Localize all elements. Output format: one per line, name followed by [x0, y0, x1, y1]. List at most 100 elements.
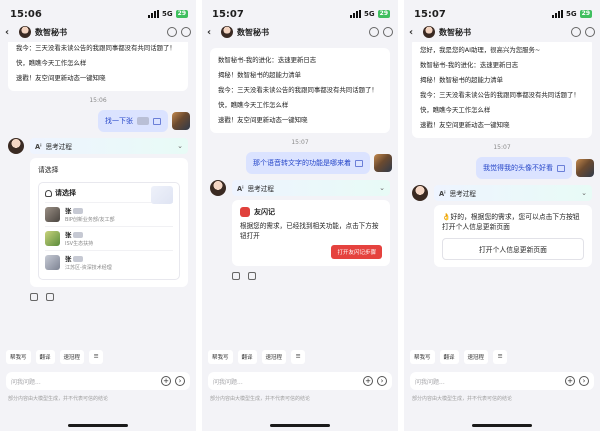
assistant-row: Aⁱ 思考过程 ⌄ — [412, 185, 592, 201]
assistant-avatar — [412, 185, 428, 201]
battery-icon: 29 — [175, 10, 188, 18]
edit-icon[interactable] — [355, 159, 363, 167]
chip-write[interactable]: 帮我写 — [208, 350, 233, 364]
thinking-toggle[interactable]: Aⁱ 思考过程 ⌄ — [232, 180, 390, 196]
menu-icon[interactable]: ☰ — [493, 350, 508, 364]
back-icon[interactable]: ‹ — [409, 27, 419, 38]
ai-icon: Aⁱ — [439, 190, 446, 198]
send-icon[interactable]: › — [175, 376, 185, 386]
open-app-button[interactable]: 打开友闪记步骤 — [331, 245, 382, 259]
ai-icon: Aⁱ — [237, 185, 244, 193]
menu-icon[interactable]: ☰ — [89, 350, 104, 364]
person-option[interactable]: 张 江苏区-资深技术经理 — [45, 250, 173, 274]
welcome-link[interactable]: 我今：三天没看未读公告的我跟同事都没有共同话题了！ — [16, 44, 180, 53]
chat-title: 数智秘书 — [35, 27, 67, 37]
welcome-link[interactable]: 数智秘书-我的进化：迭速更新日志 — [420, 61, 584, 70]
chip-third[interactable]: 速冠程 — [261, 350, 287, 364]
welcome-card: 您好，我是您的AI助理，很高兴为您服务~ 数智秘书-我的进化：迭速更新日志 揭秘… — [412, 42, 592, 138]
add-icon[interactable]: + — [161, 376, 171, 386]
welcome-link[interactable]: 我今：三天没看未读公告的我跟同事都没有共同话题了！ — [420, 91, 584, 100]
thumbs-up-icon[interactable] — [232, 272, 240, 280]
chip-translate[interactable]: 翻译 — [237, 350, 257, 364]
person-department: 江苏区-资深技术经理 — [65, 265, 112, 271]
picker-title: 请选择 — [55, 189, 76, 197]
send-icon[interactable]: › — [579, 376, 589, 386]
status-time: 15:06 — [10, 8, 42, 20]
chat-content[interactable]: 您好，我是您的AI助理，很高兴为您服务~ 数智秘书-我的进化：迭速更新日志 揭秘… — [404, 42, 600, 347]
thumbs-up-icon[interactable] — [30, 293, 38, 301]
person-option[interactable]: 张 BIP创新业务部/友工部 — [45, 202, 173, 226]
chip-label: 速冠程 — [265, 355, 283, 361]
settings-icon[interactable] — [181, 27, 191, 37]
welcome-link[interactable]: 揭秘！数智秘书的超能力清单 — [420, 76, 584, 85]
person-department: ISV生态扶持 — [65, 241, 94, 247]
history-icon[interactable] — [571, 27, 581, 37]
welcome-link[interactable]: 速戳！友空间更新动态一键知晓 — [420, 121, 584, 130]
chat-content[interactable]: 我今：三天没看未读公告的我跟同事都没有共同话题了！ 快，瞧瞧今天工作怎么样 速戳… — [0, 42, 196, 347]
welcome-link[interactable]: 快，瞧瞧今天工作怎么样 — [16, 59, 180, 68]
status-bar: 15:07 5G 29 — [202, 0, 398, 22]
welcome-link[interactable]: 速戳！友空间更新动态一键知晓 — [218, 116, 382, 125]
send-icon[interactable]: › — [377, 376, 387, 386]
person-department: BIP创新业务部/友工部 — [65, 217, 115, 223]
battery-icon: 29 — [377, 10, 390, 18]
menu-icon[interactable]: ☰ — [291, 350, 306, 364]
chip-translate[interactable]: 翻译 — [35, 350, 55, 364]
person-name: 张 — [65, 231, 72, 239]
assistant-row: Aⁱ 思考过程 ⌄ — [8, 138, 188, 154]
welcome-link[interactable]: 揭秘！数智秘书的超能力清单 — [218, 71, 382, 80]
network-label: 5G — [566, 10, 577, 18]
user-message-bubble[interactable]: 那个语音转文字的功能是哪来着 — [246, 152, 370, 174]
chip-label: 翻译 — [443, 355, 455, 361]
chat-content[interactable]: 数智秘书-我的进化：迭速更新日志 揭秘！数智秘书的超能力清单 我今：三天没看未读… — [202, 42, 398, 347]
redacted-text — [73, 255, 84, 262]
status-time: 15:07 — [212, 8, 244, 20]
edit-icon[interactable] — [557, 164, 565, 172]
welcome-link[interactable]: 我今：三天没看未读公告的我跟同事都没有共同话题了！ — [218, 86, 382, 95]
edit-icon[interactable] — [153, 117, 161, 125]
chip-label: 翻译 — [241, 355, 253, 361]
welcome-link[interactable]: 快，瞧瞧今天工作怎么样 — [218, 101, 382, 110]
chip-translate[interactable]: 翻译 — [439, 350, 459, 364]
add-icon[interactable]: + — [565, 376, 575, 386]
add-icon[interactable]: + — [363, 376, 373, 386]
chip-third[interactable]: 速冠程 — [59, 350, 85, 364]
thumbs-down-icon[interactable] — [46, 293, 54, 301]
home-indicator — [472, 424, 532, 427]
redacted-text — [73, 207, 84, 214]
user-avatar — [576, 159, 594, 177]
chip-write[interactable]: 帮我写 — [410, 350, 435, 364]
disclaimer: 部分内容由大模型生成，并不代表可信的结论 — [210, 396, 311, 402]
status-time: 15:07 — [414, 8, 446, 20]
assistant-reply-card: 请选择 请选择 张 BIP创新业务部/友工部 张 ISV生态扶持 张 江苏区-资… — [30, 158, 188, 287]
chip-label: 翻译 — [39, 355, 51, 361]
history-icon[interactable] — [369, 27, 379, 37]
open-profile-button[interactable]: 打开个人信息更新页面 — [442, 238, 584, 260]
settings-icon[interactable] — [383, 27, 393, 37]
thumbs-down-icon[interactable] — [248, 272, 256, 280]
message-input[interactable]: 问我问题... + › — [410, 372, 594, 390]
welcome-link[interactable]: 快，瞧瞧今天工作怎么样 — [420, 106, 584, 115]
message-input[interactable]: 问我问题... + › — [208, 372, 392, 390]
back-icon[interactable]: ‹ — [207, 27, 217, 38]
message-input[interactable]: 问我问题... + › — [6, 372, 190, 390]
user-message-text: 我觉得我的头像不好看 — [483, 164, 553, 172]
thinking-toggle[interactable]: Aⁱ 思考过程 ⌄ — [30, 138, 188, 154]
message-timestamp: 15:07 — [493, 144, 511, 151]
person-name: 张 — [65, 207, 72, 215]
person-option[interactable]: 张 ISV生态扶持 — [45, 226, 173, 250]
chip-write[interactable]: 帮我写 — [6, 350, 31, 364]
user-message-bubble[interactable]: 找一下张 — [98, 110, 168, 132]
settings-icon[interactable] — [585, 27, 595, 37]
assistant-avatar — [423, 26, 435, 38]
back-icon[interactable]: ‹ — [5, 27, 15, 38]
phone-screen-3: 15:07 5G 29 ‹ 数智秘书 您好，我是您的AI助理，很高兴为您服务~ … — [404, 0, 600, 431]
welcome-link[interactable]: 速戳！友空间更新动态一键知晓 — [16, 74, 180, 83]
welcome-link[interactable]: 数智秘书-我的进化：迭速更新日志 — [218, 56, 382, 65]
thinking-toggle[interactable]: Aⁱ 思考过程 ⌄ — [434, 185, 592, 201]
user-message-bubble[interactable]: 我觉得我的头像不好看 — [476, 157, 572, 179]
chip-label: 帮我写 — [414, 355, 431, 361]
history-icon[interactable] — [167, 27, 177, 37]
chat-title: 数智秘书 — [237, 27, 269, 37]
chip-third[interactable]: 速冠程 — [463, 350, 489, 364]
